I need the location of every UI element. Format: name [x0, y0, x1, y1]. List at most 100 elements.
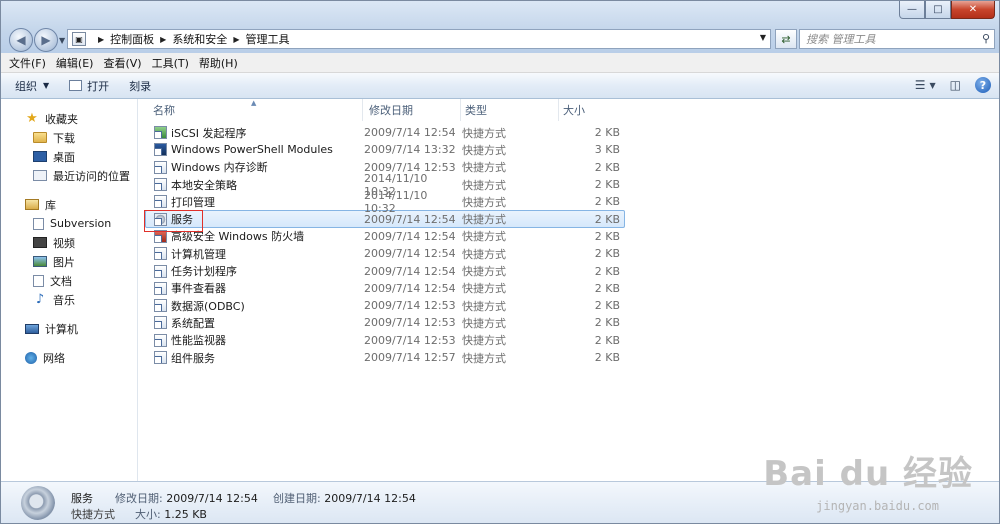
file-size: 2 KB: [594, 160, 620, 174]
column-type-label: 类型: [465, 104, 487, 117]
file-row-event-viewer[interactable]: 事件查看器 2009/7/14 12:54 快捷方式 2 KB: [145, 280, 625, 297]
column-header-name[interactable]: ▲ 名称: [139, 99, 363, 121]
file-row-iscsi[interactable]: iSCSI 发起程序 2009/7/14 12:54 快捷方式 2 KB: [145, 124, 625, 141]
file-date: 2009/7/14 12:54: [364, 281, 456, 295]
file-type: 快捷方式: [462, 265, 506, 279]
nav-network[interactable]: 网络: [1, 348, 137, 367]
organize-button[interactable]: 组织 ▼: [15, 78, 49, 94]
nav-favorites-label: 收藏夹: [45, 112, 78, 126]
nav-subversion[interactable]: Subversion: [1, 214, 137, 233]
file-date: 2014/11/10 10:32: [364, 188, 428, 215]
file-size: 2 KB: [594, 281, 620, 295]
close-button[interactable]: ✕: [951, 1, 995, 19]
nav-desktop[interactable]: 桌面: [1, 147, 137, 166]
chevron-down-icon[interactable]: ▼: [930, 81, 936, 90]
help-button[interactable]: ?: [975, 77, 991, 93]
file-name: iSCSI 发起程序: [171, 126, 247, 140]
open-button[interactable]: 打开: [69, 78, 109, 94]
network-icon: [25, 351, 37, 364]
file-type: 快捷方式: [462, 195, 506, 209]
file-row-task-scheduler[interactable]: 任务计划程序 2009/7/14 12:54 快捷方式 2 KB: [145, 262, 625, 279]
back-button[interactable]: ◀: [9, 28, 33, 52]
nav-music[interactable]: ♪ 音乐: [1, 290, 137, 309]
search-icon[interactable]: ⚲: [982, 32, 990, 45]
menu-bar: 文件(F) 编辑(E) 查看(V) 工具(T) 帮助(H): [1, 53, 999, 73]
menu-edit[interactable]: 编辑(E): [56, 55, 94, 71]
organize-label: 组织: [15, 79, 37, 93]
menu-file[interactable]: 文件(F): [9, 55, 46, 71]
burn-button[interactable]: 刻录: [129, 78, 151, 94]
nav-computer[interactable]: 计算机: [1, 319, 137, 338]
file-row-component-services[interactable]: 组件服务 2009/7/14 12:57 快捷方式 2 KB: [145, 349, 625, 366]
view-controls: ☰ ▼ ◫ ?: [901, 77, 991, 93]
file-size: 2 KB: [594, 212, 620, 226]
minimize-button[interactable]: —: [899, 1, 925, 19]
file-row-performance-monitor[interactable]: 性能监视器 2009/7/14 12:53 快捷方式 2 KB: [145, 332, 625, 349]
file-name: 任务计划程序: [171, 265, 237, 279]
component-services-shortcut-icon: [154, 351, 167, 365]
details-type: 快捷方式: [71, 508, 115, 521]
nav-recent-label: 最近访问的位置: [53, 169, 130, 183]
subversion-library-icon: [33, 217, 44, 230]
file-size: 2 KB: [594, 333, 620, 347]
burn-label: 刻录: [129, 79, 152, 93]
chevron-right-icon[interactable]: ▶: [160, 35, 166, 44]
file-row-powershell[interactable]: Windows PowerShell Modules 2009/7/14 13:…: [145, 141, 625, 158]
file-list: iSCSI 发起程序 2009/7/14 12:54 快捷方式 2 KB Win…: [145, 124, 625, 366]
nav-documents[interactable]: 文档: [1, 271, 137, 290]
file-row-computer-management[interactable]: 计算机管理 2009/7/14 12:54 快捷方式 2 KB: [145, 245, 625, 262]
control-panel-icon: ▣: [72, 32, 86, 46]
breadcrumb-control-panel[interactable]: 控制面板: [110, 31, 154, 47]
column-name-label: 名称: [153, 104, 175, 117]
file-list-pane: ▲ 名称 修改日期 类型 大小 iSCSI 发起程序 2009/7/14 12:…: [139, 99, 999, 481]
file-name: 数据源(ODBC): [171, 299, 245, 313]
menu-help[interactable]: 帮助(H): [199, 55, 238, 71]
column-header-type[interactable]: 类型: [461, 99, 559, 121]
nav-videos[interactable]: 视频: [1, 233, 137, 252]
file-row-odbc[interactable]: 数据源(ODBC) 2009/7/14 12:53 快捷方式 2 KB: [145, 297, 625, 314]
file-size: 2 KB: [594, 178, 620, 192]
address-dropdown-icon[interactable]: ▼: [760, 33, 766, 42]
file-row-system-configuration[interactable]: 系统配置 2009/7/14 12:53 快捷方式 2 KB: [145, 314, 625, 331]
file-size: 2 KB: [594, 195, 620, 209]
open-label: 打开: [87, 79, 110, 93]
file-date: 2009/7/14 12:54: [364, 126, 456, 140]
file-name: 计算机管理: [171, 247, 226, 261]
column-header-size[interactable]: 大小: [559, 99, 625, 121]
chevron-right-icon[interactable]: ▶: [98, 35, 104, 44]
nav-favorites[interactable]: ★ 收藏夹: [1, 109, 137, 128]
file-row-firewall[interactable]: 高级安全 Windows 防火墙 2009/7/14 12:54 快捷方式 2 …: [145, 228, 625, 245]
forward-button[interactable]: ▶: [34, 28, 58, 52]
explorer-window: — □ ✕ ◀ ▶ ▼ ▣ ▶ 控制面板 ▶ 系统和安全 ▶ 管理工具 ▼ ⇄ …: [0, 0, 1000, 524]
nav-recent-places[interactable]: 最近访问的位置: [1, 166, 137, 185]
video-icon: [33, 237, 47, 248]
refresh-button[interactable]: ⇄: [775, 29, 797, 49]
nav-subversion-label: Subversion: [50, 217, 112, 230]
file-date: 2009/7/14 12:54: [364, 212, 456, 226]
preview-pane-icon[interactable]: ◫: [950, 78, 961, 92]
nav-music-label: 音乐: [53, 293, 75, 307]
menu-view[interactable]: 查看(V): [103, 55, 141, 71]
breadcrumb-system-security[interactable]: 系统和安全: [172, 31, 227, 47]
file-date: 2009/7/14 12:57: [364, 351, 456, 364]
file-type: 快捷方式: [462, 213, 506, 227]
address-bar[interactable]: ▣ ▶ 控制面板 ▶ 系统和安全 ▶ 管理工具 ▼: [67, 29, 771, 49]
maximize-button[interactable]: □: [925, 1, 951, 19]
details-created-label: 创建日期:: [273, 492, 321, 505]
details-created: 创建日期: 2009/7/14 12:54: [273, 490, 416, 506]
file-name: 打印管理: [171, 195, 215, 209]
file-row-print-management[interactable]: 打印管理 2014/11/10 10:32 快捷方式 2 KB: [145, 189, 625, 215]
menu-tools[interactable]: 工具(T): [152, 55, 189, 71]
view-options-icon[interactable]: ☰: [915, 78, 926, 92]
file-row-services[interactable]: 服务 2009/7/14 12:54 快捷方式 2 KB: [145, 210, 625, 228]
chevron-right-icon[interactable]: ▶: [233, 35, 239, 44]
search-input[interactable]: 搜索 管理工具 ⚲: [799, 29, 995, 49]
breadcrumb-admin-tools[interactable]: 管理工具: [245, 31, 289, 47]
details-name: 服务: [71, 492, 93, 505]
nav-libraries[interactable]: 库: [1, 195, 137, 214]
nav-downloads[interactable]: 下载: [1, 128, 137, 147]
baidu-watermark-url: jingyan.baidu.com: [816, 499, 939, 513]
nav-pictures[interactable]: 图片: [1, 252, 137, 271]
column-header-date[interactable]: 修改日期: [363, 99, 461, 121]
sort-ascending-icon: ▲: [251, 99, 257, 107]
